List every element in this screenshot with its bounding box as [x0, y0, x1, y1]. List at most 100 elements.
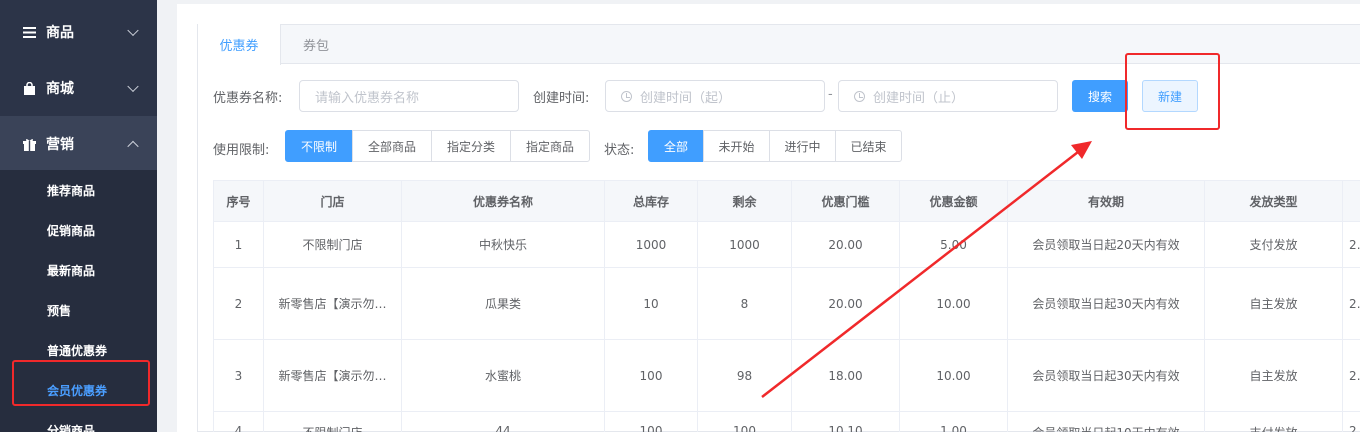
sidebar-group-marketing[interactable]: 营销: [0, 116, 157, 172]
created-time-label: 创建时间:: [533, 91, 590, 106]
created-start-placeholder: 创建时间（起）: [640, 90, 732, 106]
sidebar-item-distribution[interactable]: 分销商品: [0, 410, 157, 432]
coupon-name-label: 优惠券名称:: [213, 91, 283, 106]
usage-option-goods[interactable]: 指定商品: [510, 130, 590, 162]
table-cell: 2: [1342, 411, 1360, 432]
search-button[interactable]: 搜索: [1072, 80, 1128, 112]
table-cell: 会员领取当日起10天内有效: [1007, 411, 1205, 432]
table-cell: 1000: [604, 221, 698, 268]
table-cell: 2: [1342, 339, 1360, 412]
annotation-highlight-member-coupon: [12, 360, 150, 406]
sidebar-item-presale[interactable]: 预售: [0, 290, 157, 330]
sidebar-group-label: 商品: [46, 25, 74, 41]
gift-icon: [22, 137, 36, 151]
table-cell: 18.00: [791, 339, 900, 412]
table-cell: 2: [1342, 267, 1360, 340]
table-header-row: 序号 门店 优惠券名称 总库存 剩余 优惠门槛 优惠金额 有效期 发放类型: [213, 180, 1360, 222]
table-cell: 会员领取当日起20天内有效: [1007, 221, 1205, 268]
column-header: 有效期: [1007, 180, 1205, 222]
created-start-input[interactable]: 创建时间（起）: [605, 80, 825, 112]
table-cell: 5.00: [899, 221, 1008, 268]
table-cell: 支付发放: [1204, 221, 1343, 268]
menu-icon: [22, 25, 36, 39]
table-cell: 不限制门店: [263, 221, 402, 268]
status-label: 状态:: [604, 143, 635, 158]
sidebar-group-mall[interactable]: 商城: [0, 60, 157, 116]
column-header: 总库存: [604, 180, 698, 222]
table-cell: 44: [401, 411, 605, 432]
table-cell: 98: [697, 339, 792, 412]
created-end-input[interactable]: 创建时间（止）: [838, 80, 1058, 112]
table-cell: 1: [213, 221, 264, 268]
coupon-name-placeholder: 请输入优惠券名称: [315, 90, 420, 106]
annotation-highlight-new-button: [1125, 53, 1220, 130]
status-option-not-started[interactable]: 未开始: [703, 130, 770, 162]
table-cell: 中秋快乐: [401, 221, 605, 268]
table-cell: 会员领取当日起30天内有效: [1007, 267, 1205, 340]
column-header: 门店: [263, 180, 402, 222]
tab-coupon-pack[interactable]: 券包: [281, 24, 351, 65]
table-cell: 瓜果类: [401, 267, 605, 340]
sidebar-item-promotion[interactable]: 促销商品: [0, 210, 157, 250]
table-cell: 新零售店【演示勿…: [263, 339, 402, 412]
table-cell: 自主发放: [1204, 267, 1343, 340]
status-option-all[interactable]: 全部: [648, 130, 704, 162]
table-cell: 10.00: [899, 339, 1008, 412]
status-option-in-progress[interactable]: 进行中: [769, 130, 836, 162]
table-cell: 100: [697, 411, 792, 432]
tab-coupon[interactable]: 优惠券: [197, 24, 281, 65]
table-cell: 10.00: [899, 267, 1008, 340]
table-cell: 4: [213, 411, 264, 432]
table-cell: 20.00: [791, 221, 900, 268]
usage-limit-label: 使用限制:: [213, 143, 270, 158]
created-end-placeholder: 创建时间（止）: [873, 90, 965, 106]
table-cell: 不限制门店: [263, 411, 402, 432]
table-cell: 2: [213, 267, 264, 340]
sidebar-item-newest[interactable]: 最新商品: [0, 250, 157, 290]
column-header: 优惠门槛: [791, 180, 900, 222]
usage-limit-segmented: 不限制 全部商品 指定分类 指定商品: [285, 130, 590, 162]
table-cell: 8: [697, 267, 792, 340]
usage-option-category[interactable]: 指定分类: [431, 130, 511, 162]
date-range-separator: -: [828, 87, 833, 102]
status-segmented: 全部 未开始 进行中 已结束: [648, 130, 902, 162]
chevron-down-icon: [127, 80, 139, 93]
table-cell: 1000: [697, 221, 792, 268]
table-cell: 自主发放: [1204, 339, 1343, 412]
column-header: [1342, 180, 1360, 222]
column-header: 优惠金额: [899, 180, 1008, 222]
usage-option-unlimited[interactable]: 不限制: [285, 130, 353, 162]
table-cell: 10.10: [791, 411, 900, 432]
table-cell: 新零售店【演示勿…: [263, 267, 402, 340]
sidebar: 商品 商城 营销 推荐商品 促销商品 最新商品 预售 普通优惠券 会员优惠券 分…: [0, 0, 157, 432]
table-cell: 水蜜桃: [401, 339, 605, 412]
table-cell: 20.00: [791, 267, 900, 340]
table-cell: 1.00: [899, 411, 1008, 432]
clock-icon: [621, 90, 632, 102]
column-header: 优惠券名称: [401, 180, 605, 222]
clock-icon: [854, 90, 865, 102]
sidebar-group-goods[interactable]: 商品: [0, 4, 157, 60]
table-cell: 100: [604, 411, 698, 432]
sidebar-group-label: 营销: [46, 137, 74, 153]
table-row[interactable]: 3 新零售店【演示勿… 水蜜桃 100 98 18.00 10.00 会员领取当…: [213, 339, 1360, 412]
sidebar-item-recommended[interactable]: 推荐商品: [0, 170, 157, 210]
coupon-name-input[interactable]: 请输入优惠券名称: [299, 80, 519, 112]
table-cell: 3: [213, 339, 264, 412]
column-header: 序号: [213, 180, 264, 222]
usage-option-all-goods[interactable]: 全部商品: [352, 130, 432, 162]
table-row[interactable]: 2 新零售店【演示勿… 瓜果类 10 8 20.00 10.00 会员领取当日起…: [213, 267, 1360, 340]
status-option-ended[interactable]: 已结束: [835, 130, 902, 162]
table-row[interactable]: 1 不限制门店 中秋快乐 1000 1000 20.00 5.00 会员领取当日…: [213, 221, 1360, 268]
table-cell: 会员领取当日起30天内有效: [1007, 339, 1205, 412]
column-header: 剩余: [697, 180, 792, 222]
coupon-table: 序号 门店 优惠券名称 总库存 剩余 优惠门槛 优惠金额 有效期 发放类型 1 …: [213, 180, 1360, 432]
table-cell: 10: [604, 267, 698, 340]
chevron-down-icon: [127, 24, 139, 37]
chevron-up-icon: [127, 140, 139, 153]
column-header: 发放类型: [1204, 180, 1343, 222]
table-row[interactable]: 4 不限制门店 44 100 100 10.10 1.00 会员领取当日起10天…: [213, 411, 1360, 432]
table-cell: 支付发放: [1204, 411, 1343, 432]
table-cell: 2: [1342, 221, 1360, 268]
bag-icon: [22, 81, 36, 95]
